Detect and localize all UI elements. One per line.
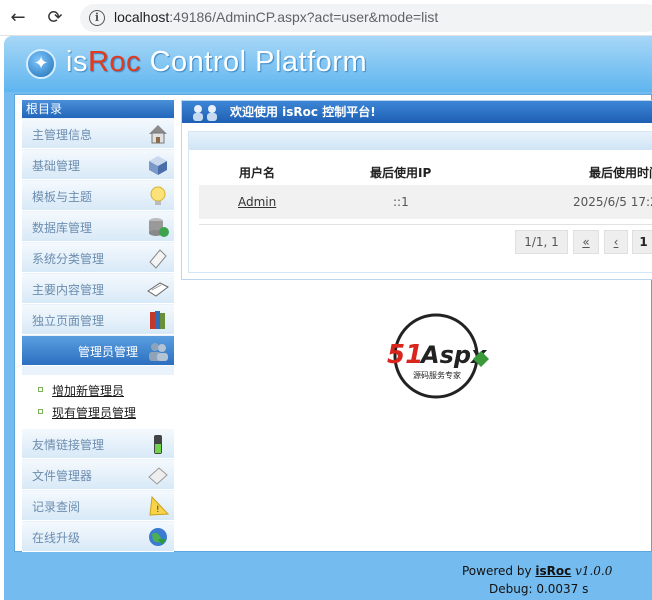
admin-submenu: 增加新管理员 现有管理员管理 [22,375,174,429]
debug-timing: Debug: 0.0037 s [489,582,589,596]
sidebar-header: 根目录 [22,100,174,118]
sidebar-item-label: 基础管理 [32,159,81,173]
sidebar-item-label: 友情链接管理 [32,438,105,452]
column-header-last-ip: 最后使用IP [370,166,432,180]
sidebar: 根目录 主管理信息 基础管理 模板与主题 数据库管理 系统分类管理 主要内容管理… [22,100,174,552]
sidebar-item-label: 数据库管理 [32,221,93,235]
url-host: localhost [114,9,170,25]
sidebar-item-label: 模板与主题 [32,190,93,204]
submenu-manage-admins[interactable]: 现有管理员管理 [52,404,136,421]
column-header-username: 用户名 [239,166,276,180]
sidebar-item-label: 主要内容管理 [32,283,105,297]
ip-cell: ::1 [393,195,409,209]
brand-rest: Control Platform [141,46,368,78]
url-path: :49186/AdminCP.aspx?act=user&mode=list [169,9,439,25]
powered-prefix: Powered by [462,564,536,578]
sidebar-item-logs[interactable]: 记录查阅 ! [22,491,174,521]
person-logo-icon: ✦ [26,49,56,79]
sidebar-item-label: 在线升级 [32,531,81,545]
user-list-panel: 欢迎使用 isRoc 控制平台! 用户名 最后使用IP 最后使用时间 Admin… [181,100,652,280]
svg-text:!: ! [156,505,160,515]
sidebar-item-main-info[interactable]: 主管理信息 [22,119,174,149]
brand-roc: Roc [87,46,142,78]
sidebar-item-label: 文件管理器 [32,469,93,483]
sidebar-item-basic[interactable]: 基础管理 [22,150,174,180]
watermark-logo: 51 Aspx 源码服务专家 [387,313,489,399]
powered-by: Powered by isRoc v1.0.0 [462,564,612,578]
file-icon [148,467,168,485]
panel-title-text: 欢迎使用 isRoc 控制平台! [230,105,376,119]
main-wrapper: 根目录 主管理信息 基础管理 模板与主题 数据库管理 系统分类管理 主要内容管理… [4,92,652,600]
users-icon [193,105,217,121]
site-info-icon[interactable]: i [89,10,105,26]
warning-icon: ! [149,495,170,516]
sidebar-item-label: 主管理信息 [32,128,93,142]
sidebar-item-pages[interactable]: 独立页面管理 [22,305,174,335]
sidebar-item-label: 记录查阅 [32,500,81,514]
sidebar-item-admins[interactable]: 管理员管理 [22,336,174,366]
content-frame: 根目录 主管理信息 基础管理 模板与主题 数据库管理 系统分类管理 主要内容管理… [14,94,652,552]
bullet-icon [38,409,43,414]
reload-icon[interactable]: ⟳ [43,7,67,29]
database-icon [149,218,169,237]
panel-title: 欢迎使用 isRoc 控制平台! [182,101,652,123]
watermark-num: 51 [387,340,423,370]
sidebar-item-files[interactable]: 文件管理器 [22,460,174,490]
site-banner: ✦ isRoc Control Platform [4,36,652,92]
time-cell: 2025/6/5 17:2 [573,195,652,209]
sidebar-item-templates[interactable]: 模板与主题 [22,181,174,211]
house-icon [149,125,167,144]
sidebar-item-upgrade[interactable]: 在线升级 [22,522,174,552]
first-page-button[interactable]: « [573,230,599,254]
book-icon [147,282,169,297]
sidebar-item-label: 独立页面管理 [32,314,105,328]
back-arrow-icon[interactable]: ← [6,7,30,29]
users-icon [149,343,168,361]
sidebar-item-content[interactable]: 主要内容管理 [22,274,174,304]
brand-title: isRoc Control Platform [66,46,367,79]
brand-is: is [66,46,88,78]
submenu-add-admin[interactable]: 增加新管理员 [52,382,124,399]
sidebar-item-categories[interactable]: 系统分类管理 [22,243,174,273]
version: v1.0.0 [575,564,613,578]
bullet-icon [38,387,43,392]
cube-icon [149,156,167,175]
url-text[interactable]: localhost:49186/AdminCP.aspx?act=user&mo… [114,9,438,25]
sidebar-item-links[interactable]: 友情链接管理 [22,429,174,459]
row-divider [199,224,652,225]
username-link[interactable]: Admin [238,195,276,209]
sidebar-item-label: 系统分类管理 [32,252,105,266]
sidebar-item-label: 管理员管理 [77,345,138,359]
powered-brand-link[interactable]: isRoc [535,564,571,578]
user-table: 用户名 最后使用IP 最后使用时间 Admin ::1 2025/6/5 17:… [188,131,652,273]
sidebar-item-database[interactable]: 数据库管理 [22,212,174,242]
watermark-tagline: 源码服务专家 [413,370,461,380]
globe-icon [149,528,167,546]
column-header-last-time: 最后使用时间 [589,166,652,180]
page-1-button[interactable]: 1 [632,230,652,254]
battery-icon [154,435,162,454]
prev-page-button[interactable]: ‹ [604,230,628,254]
folder-icon [149,249,167,269]
books-icon [150,311,165,329]
pagination-info: 1/1, 1 [515,230,568,254]
table-toolbar [189,132,652,150]
address-bar[interactable]: i localhost:49186/AdminCP.aspx?act=user&… [80,4,652,32]
table-row: Admin ::1 2025/6/5 17:2 [199,185,652,219]
bulb-icon [150,186,166,205]
browser-toolbar: ← ⟳ i localhost:49186/AdminCP.aspx?act=u… [0,0,652,36]
